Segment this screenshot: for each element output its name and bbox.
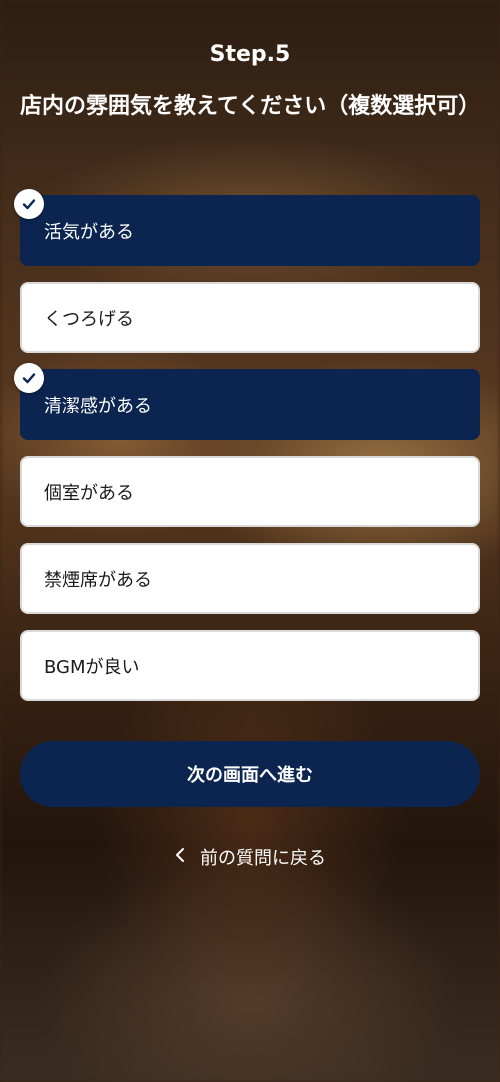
option-label: BGMが良い [44,656,140,678]
checkmark-icon [14,189,44,219]
option-label: 清潔感がある [44,395,152,417]
next-button[interactable]: 次の画面へ進む [20,741,480,807]
option-private-room[interactable]: 個室がある [20,456,480,527]
back-link[interactable]: 前の質問に戻る [0,842,500,872]
option-non-smoking[interactable]: 禁煙席がある [20,543,480,614]
question-title: 店内の雰囲気を教えてください（複数選択可） [20,94,481,119]
checkmark-icon [14,363,44,393]
option-label: 個室がある [44,482,134,504]
option-good-bgm[interactable]: BGMが良い [20,630,480,701]
option-clean[interactable]: 清潔感がある [14,363,480,440]
survey-screen: Step.5 店内の雰囲気を教えてください（複数選択可） 活気がある くつろげる… [0,0,500,1082]
step-label: Step.5 [209,42,291,67]
chevron-left-icon [174,847,186,868]
option-label: 活気がある [44,221,134,243]
option-list: 活気がある くつろげる 清潔感がある 個室がある 禁煙席がある BGMが良い [14,189,480,717]
option-label: 禁煙席がある [44,569,152,591]
back-link-label: 前の質問に戻る [200,848,326,869]
option-lively[interactable]: 活気がある [14,189,480,266]
option-relaxing[interactable]: くつろげる [20,282,480,353]
option-label: くつろげる [44,308,134,330]
